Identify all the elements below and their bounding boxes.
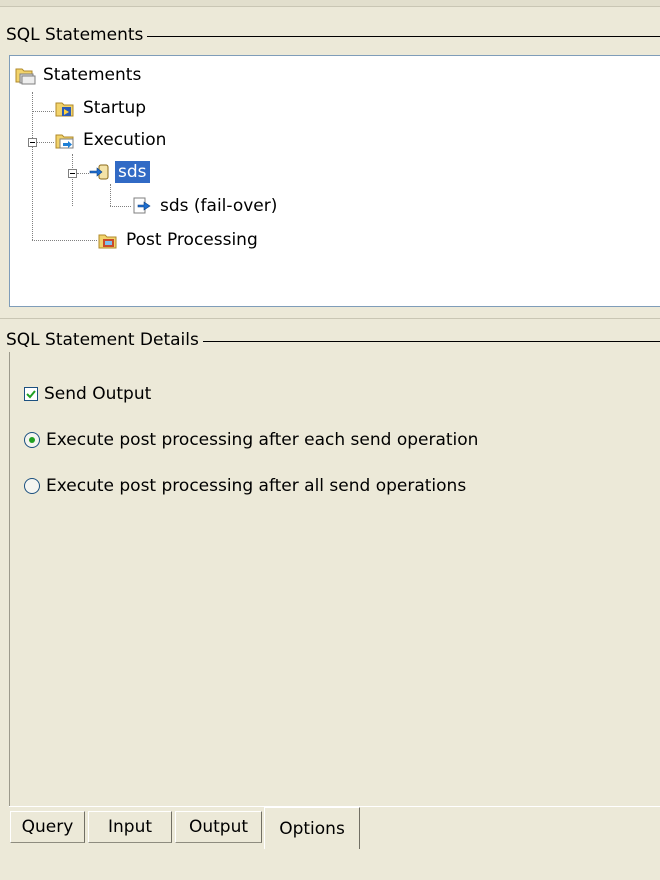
statements-group-title: SQL Statements — [6, 25, 144, 45]
collapse-sds-icon[interactable] — [68, 169, 77, 178]
tree-node-sds-failover[interactable]: sds (fail-over) — [131, 194, 280, 218]
tree-node-label: Execution — [83, 130, 167, 150]
tree-connector — [110, 184, 111, 206]
tree-connector — [37, 142, 54, 143]
statements-tree[interactable]: Statements Startup Execution sds sds (fa… — [9, 55, 660, 307]
send-output-checkbox-row[interactable]: Send Output — [24, 384, 151, 404]
post-processing-folder-icon — [97, 230, 119, 250]
document-arrow-icon — [131, 196, 153, 216]
tree-node-label: Statements — [43, 65, 142, 85]
tree-node-label: Startup — [83, 98, 147, 118]
statement-arrow-icon — [89, 162, 111, 182]
tree-node-label: sds (fail-over) — [160, 196, 278, 216]
collapse-execution-icon[interactable] — [28, 138, 37, 147]
tree-node-sds[interactable]: sds — [89, 160, 150, 184]
splitter[interactable] — [0, 318, 660, 319]
details-group-header: SQL Statement Details — [6, 329, 660, 351]
tree-node-execution[interactable]: Execution — [54, 128, 169, 152]
tree-connector — [32, 111, 54, 112]
tab-output[interactable]: Output — [175, 811, 262, 843]
startup-folder-icon — [54, 98, 76, 118]
tree-node-startup[interactable]: Startup — [54, 96, 149, 120]
radio-all-send-row[interactable]: Execute post processing after all send o… — [24, 476, 466, 496]
folder-stack-icon — [14, 65, 36, 85]
tree-node-post-processing[interactable]: Post Processing — [97, 228, 261, 252]
radio-each-send[interactable] — [24, 432, 40, 448]
radio-all-send-label: Execute post processing after all send o… — [46, 476, 467, 496]
tree-connector — [32, 92, 33, 240]
details-panel — [9, 352, 660, 807]
radio-each-send-label: Execute post processing after each send … — [46, 430, 479, 450]
tree-connector — [32, 240, 97, 241]
tree-connector — [77, 173, 89, 174]
window-top-edge — [0, 0, 660, 7]
group-divider — [147, 35, 660, 37]
radio-each-send-row[interactable]: Execute post processing after each send … — [24, 430, 478, 450]
tab-bar: Query Input Output Options — [9, 806, 660, 849]
group-divider — [202, 340, 660, 342]
tab-query[interactable]: Query — [10, 811, 85, 843]
send-output-label: Send Output — [44, 384, 152, 404]
tree-node-label: Post Processing — [126, 230, 258, 250]
send-output-checkbox[interactable] — [24, 387, 38, 401]
tree-connector — [72, 154, 73, 206]
tab-input[interactable]: Input — [88, 811, 172, 843]
tree-connector — [110, 206, 131, 207]
radio-all-send[interactable] — [24, 478, 40, 494]
statements-group-header: SQL Statements — [6, 24, 660, 46]
tree-node-statements[interactable]: Statements — [14, 63, 144, 87]
tree-node-label: sds — [115, 161, 150, 183]
execution-folder-icon — [54, 130, 76, 150]
details-group-title: SQL Statement Details — [6, 330, 199, 350]
tab-options[interactable]: Options — [264, 807, 360, 849]
